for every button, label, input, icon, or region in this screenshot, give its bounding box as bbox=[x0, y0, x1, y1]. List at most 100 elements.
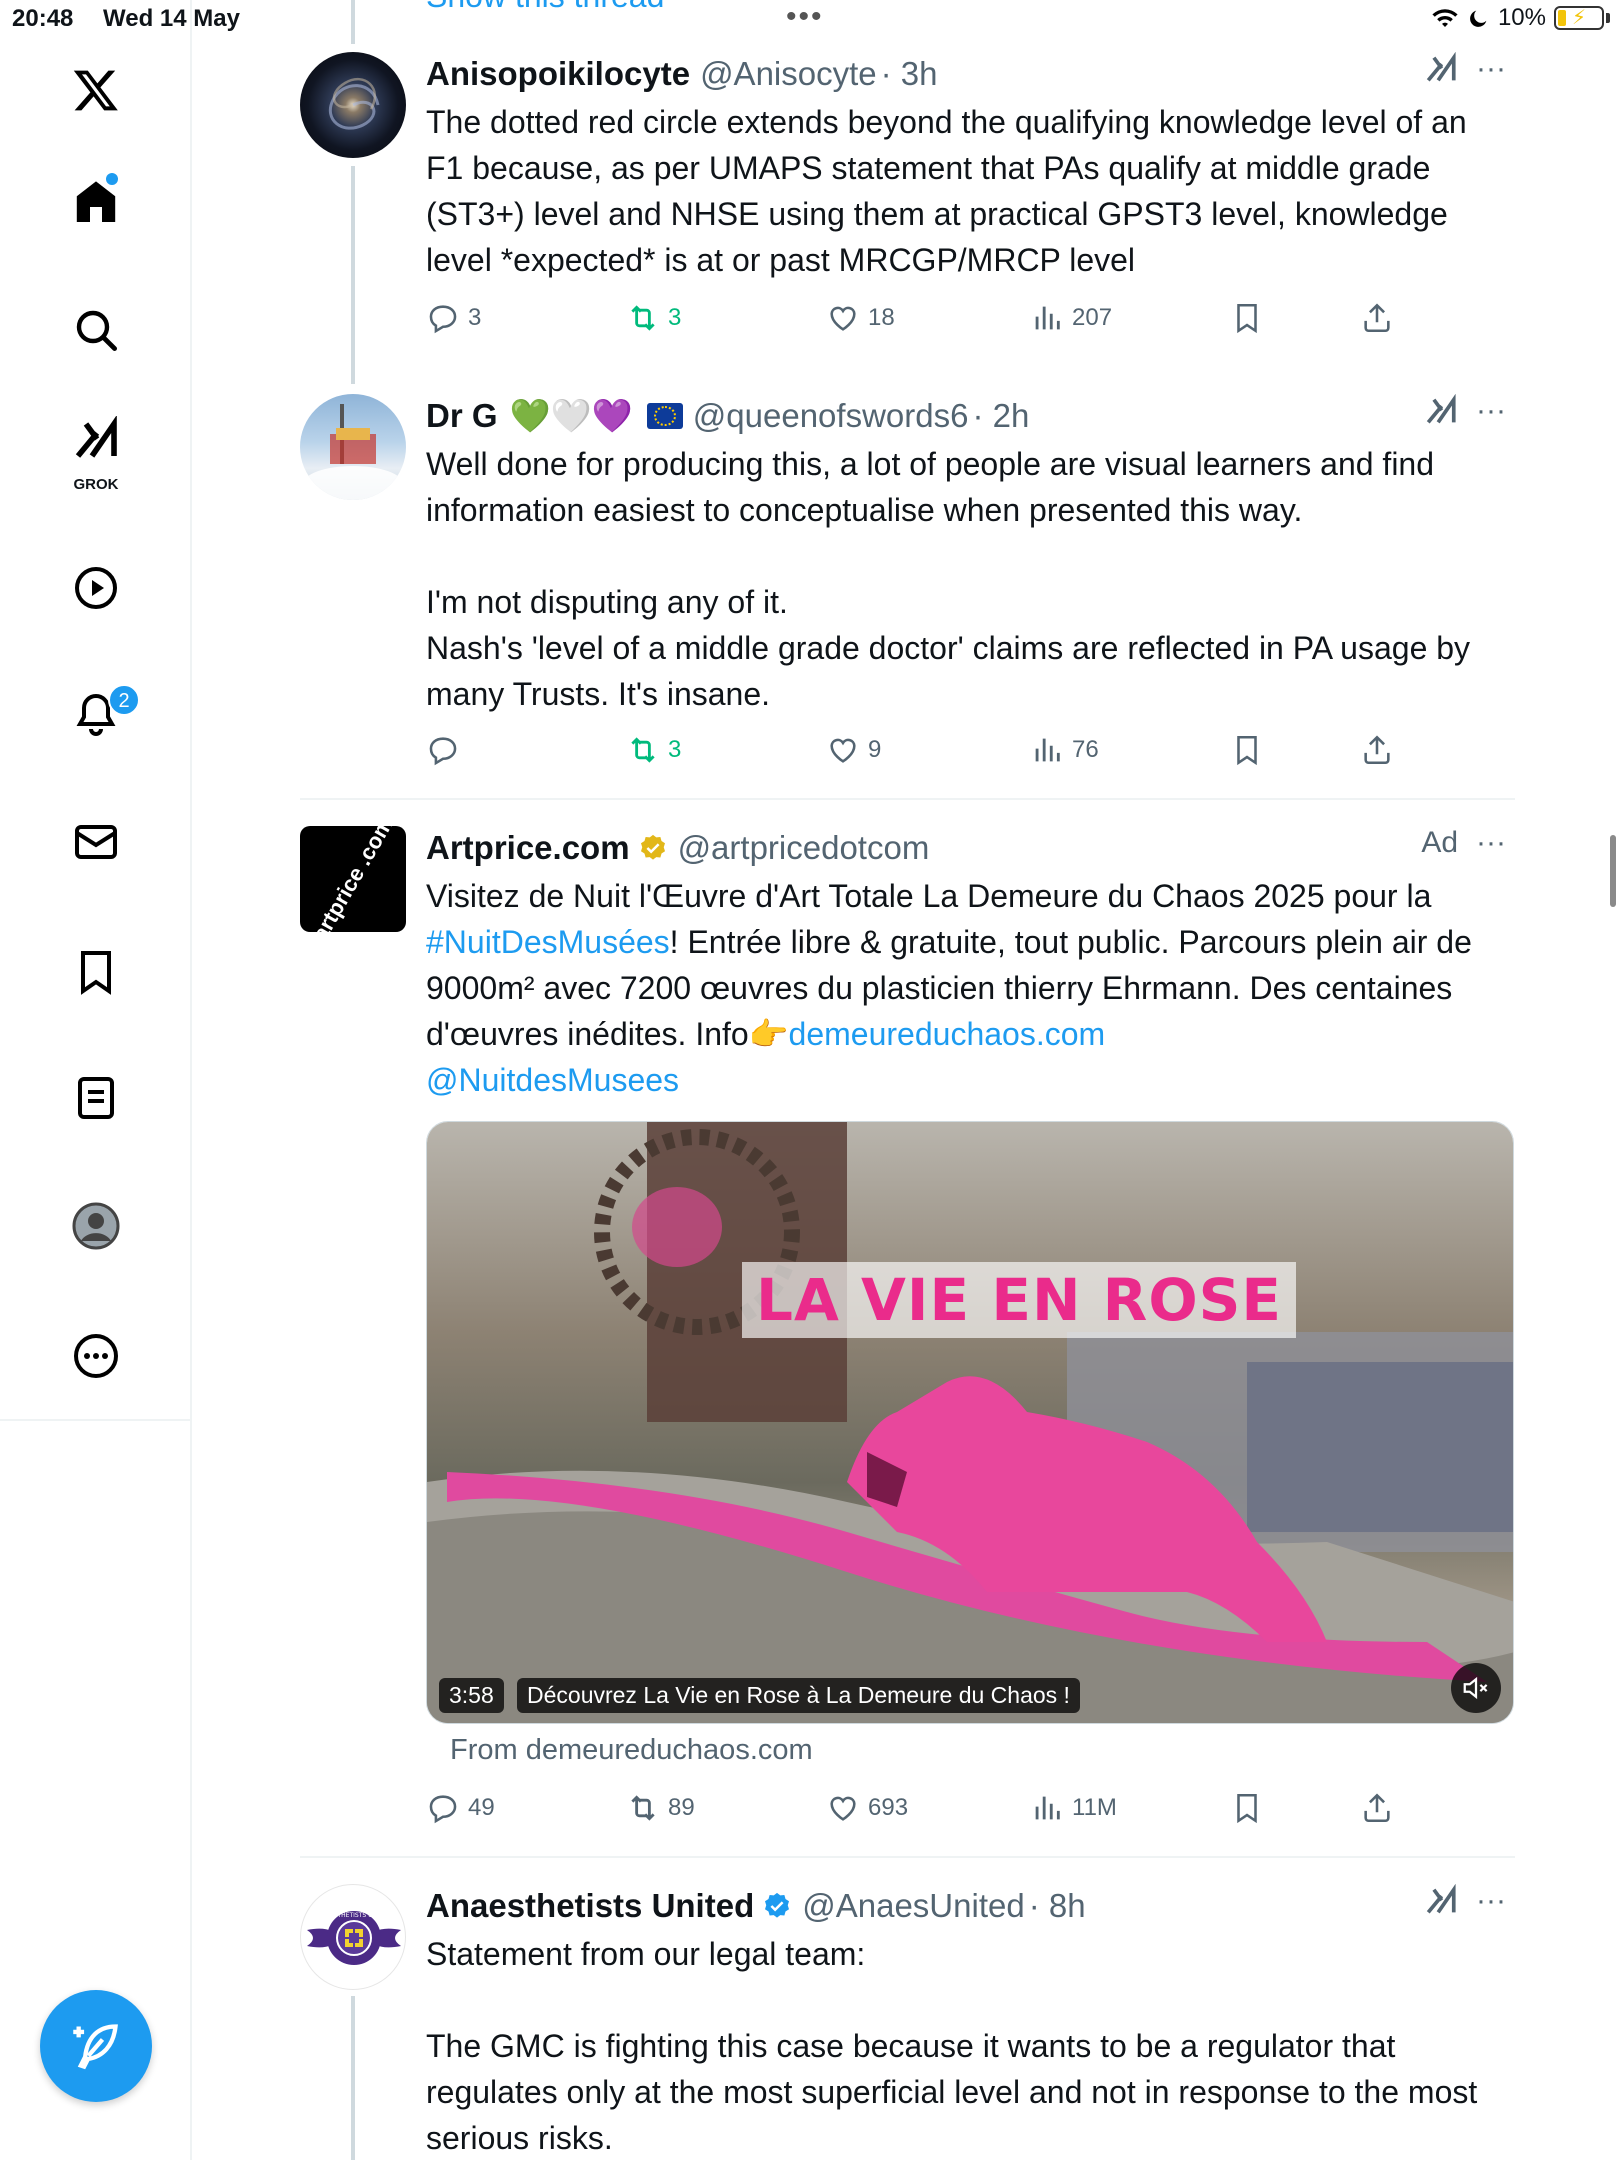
more-dots-icon[interactable]: ··· bbox=[1476, 826, 1506, 860]
retweet-button[interactable]: 3 bbox=[626, 301, 681, 335]
url-link[interactable]: demeureduchaos.com bbox=[789, 1016, 1106, 1052]
post-time[interactable]: · 8h bbox=[1029, 1887, 1086, 1925]
author-handle[interactable]: @artpricedotcom bbox=[678, 829, 930, 867]
avatar[interactable]: ANAESTHETISTS UNITED bbox=[300, 1884, 406, 1990]
anaesthetists-united-logo: ANAESTHETISTS UNITED bbox=[307, 1911, 401, 1965]
post-time[interactable]: · 2h bbox=[972, 397, 1029, 435]
views-count: 207 bbox=[1072, 304, 1113, 331]
reply-icon bbox=[429, 1795, 457, 1824]
video-duration: 3:58 bbox=[439, 1678, 504, 1713]
multitask-dots-icon[interactable]: ••• bbox=[786, 0, 824, 34]
tweet-text: The GMC is fighting this case because it… bbox=[426, 2028, 1487, 2156]
author-handle[interactable]: @Anisocyte bbox=[700, 55, 877, 93]
like-count: 18 bbox=[868, 304, 895, 331]
thread-line bbox=[351, 0, 355, 44]
notifications-badge: 2 bbox=[108, 684, 140, 716]
home-unread-dot bbox=[106, 173, 118, 185]
author-name-emojis: 💚🤍💜 bbox=[509, 396, 633, 435]
author-handle[interactable]: @AnaesUnited bbox=[802, 1887, 1024, 1925]
reply-button[interactable] bbox=[426, 733, 468, 767]
verified-badge-icon bbox=[762, 1891, 792, 1921]
messages-envelope-icon[interactable] bbox=[56, 802, 136, 882]
tweet-text: Statement from our legal team: bbox=[426, 1936, 866, 1972]
retweet-button[interactable]: 89 bbox=[626, 1791, 695, 1825]
views-chart-icon bbox=[1035, 1796, 1060, 1820]
reply-icon bbox=[429, 305, 457, 334]
grok-icon[interactable] bbox=[1424, 52, 1458, 86]
like-button[interactable]: 9 bbox=[826, 733, 881, 767]
tweet-divider bbox=[300, 1856, 1515, 1858]
author-name[interactable]: Anaesthetists United bbox=[426, 1887, 754, 1925]
bookmarks-icon[interactable] bbox=[56, 932, 136, 1012]
bookmark-button[interactable] bbox=[1230, 1791, 1264, 1825]
views-button[interactable]: 207 bbox=[1030, 301, 1112, 335]
views-button[interactable]: 76 bbox=[1030, 733, 1099, 767]
retweet-button[interactable]: 3 bbox=[626, 733, 681, 767]
more-dots-icon[interactable]: ··· bbox=[1476, 394, 1506, 428]
grok-icon[interactable] bbox=[1424, 1884, 1458, 1918]
grok-icon[interactable] bbox=[1424, 394, 1458, 428]
avatar[interactable] bbox=[300, 394, 406, 500]
views-chart-icon bbox=[1035, 738, 1060, 762]
tweet-text: Visitez de Nuit l'Œuvre d'Art Totale La … bbox=[426, 873, 1506, 1103]
share-button[interactable] bbox=[1360, 733, 1394, 767]
retweet-icon bbox=[631, 305, 655, 331]
more-dots-icon[interactable]: ··· bbox=[1476, 1884, 1506, 1918]
mention-link[interactable]: @NuitdesMusees bbox=[426, 1062, 679, 1098]
share-icon bbox=[1364, 735, 1390, 765]
battery-percent: 10% bbox=[1497, 4, 1546, 31]
like-button[interactable]: 693 bbox=[826, 1791, 908, 1825]
verified-gold-badge-icon bbox=[638, 833, 668, 863]
reply-button[interactable]: 3 bbox=[426, 301, 481, 335]
bookmark-icon bbox=[1237, 735, 1257, 766]
compose-post-button[interactable] bbox=[40, 1990, 152, 2102]
scrollbar[interactable] bbox=[1610, 835, 1616, 907]
more-dots-icon[interactable]: ··· bbox=[1476, 52, 1506, 86]
views-chart-icon bbox=[1035, 306, 1060, 330]
avatar[interactable]: artprice .com bbox=[300, 826, 406, 932]
post-time[interactable]: · 3h bbox=[881, 55, 938, 93]
home-icon[interactable] bbox=[56, 162, 136, 242]
status-right: 10% ⚡ bbox=[1430, 4, 1610, 32]
video-icon[interactable] bbox=[56, 548, 136, 628]
share-icon bbox=[1364, 1793, 1390, 1823]
tweet-divider bbox=[300, 798, 1515, 800]
sidebar-divider bbox=[0, 1419, 192, 1421]
video-player[interactable]: LA VIE EN ROSE 3:58 Découvrez La Vie en … bbox=[426, 1121, 1514, 1724]
tweet-text: I'm not disputing any of it. Nash's 'lev… bbox=[426, 584, 1471, 712]
video-caption: Découvrez La Vie en Rose à La Demeure du… bbox=[517, 1678, 1080, 1713]
views-button[interactable]: 11M bbox=[1030, 1791, 1117, 1825]
share-button[interactable] bbox=[1360, 1791, 1394, 1825]
author-name[interactable]: Artprice.com bbox=[426, 829, 630, 867]
mute-icon[interactable] bbox=[1451, 1663, 1501, 1713]
more-options-icon[interactable] bbox=[56, 1316, 136, 1396]
lists-icon[interactable] bbox=[56, 1058, 136, 1138]
show-thread-link[interactable]: Show this thread bbox=[426, 0, 664, 15]
retweet-count: 3 bbox=[668, 304, 682, 331]
hashtag-link[interactable]: #NuitDesMusées bbox=[426, 924, 670, 960]
tweet-actions: 3 9 76 bbox=[426, 730, 1476, 770]
share-button[interactable] bbox=[1360, 301, 1394, 335]
reply-button[interactable]: 49 bbox=[426, 1791, 495, 1825]
retweet-count: 89 bbox=[668, 1794, 695, 1821]
battery-icon: ⚡ bbox=[1554, 6, 1604, 30]
heart-icon bbox=[830, 306, 856, 331]
avatar[interactable] bbox=[300, 52, 406, 158]
tweet-actions: 3 3 18 207 bbox=[426, 298, 1476, 338]
like-button[interactable]: 18 bbox=[826, 301, 895, 335]
grok-icon[interactable] bbox=[56, 410, 136, 470]
ad-label: Ad bbox=[1421, 826, 1459, 859]
bookmark-button[interactable] bbox=[1230, 733, 1264, 767]
profile-avatar-icon[interactable] bbox=[56, 1186, 136, 1266]
bookmark-button[interactable] bbox=[1230, 301, 1264, 335]
tweet-ad[interactable]: artprice .com Artprice.com @artpricedotc… bbox=[300, 826, 1515, 1826]
heart-icon bbox=[830, 1796, 856, 1821]
moon-icon bbox=[1470, 10, 1487, 27]
card-source[interactable]: From demeureduchaos.com bbox=[450, 1734, 813, 1767]
reply-count: 3 bbox=[468, 304, 482, 331]
search-icon[interactable] bbox=[56, 290, 136, 370]
author-handle[interactable]: @queenofswords6 bbox=[693, 397, 969, 435]
author-name[interactable]: Dr G bbox=[426, 397, 498, 435]
x-logo-icon[interactable] bbox=[56, 50, 136, 130]
author-name[interactable]: Anisopoikilocyte bbox=[426, 55, 690, 93]
